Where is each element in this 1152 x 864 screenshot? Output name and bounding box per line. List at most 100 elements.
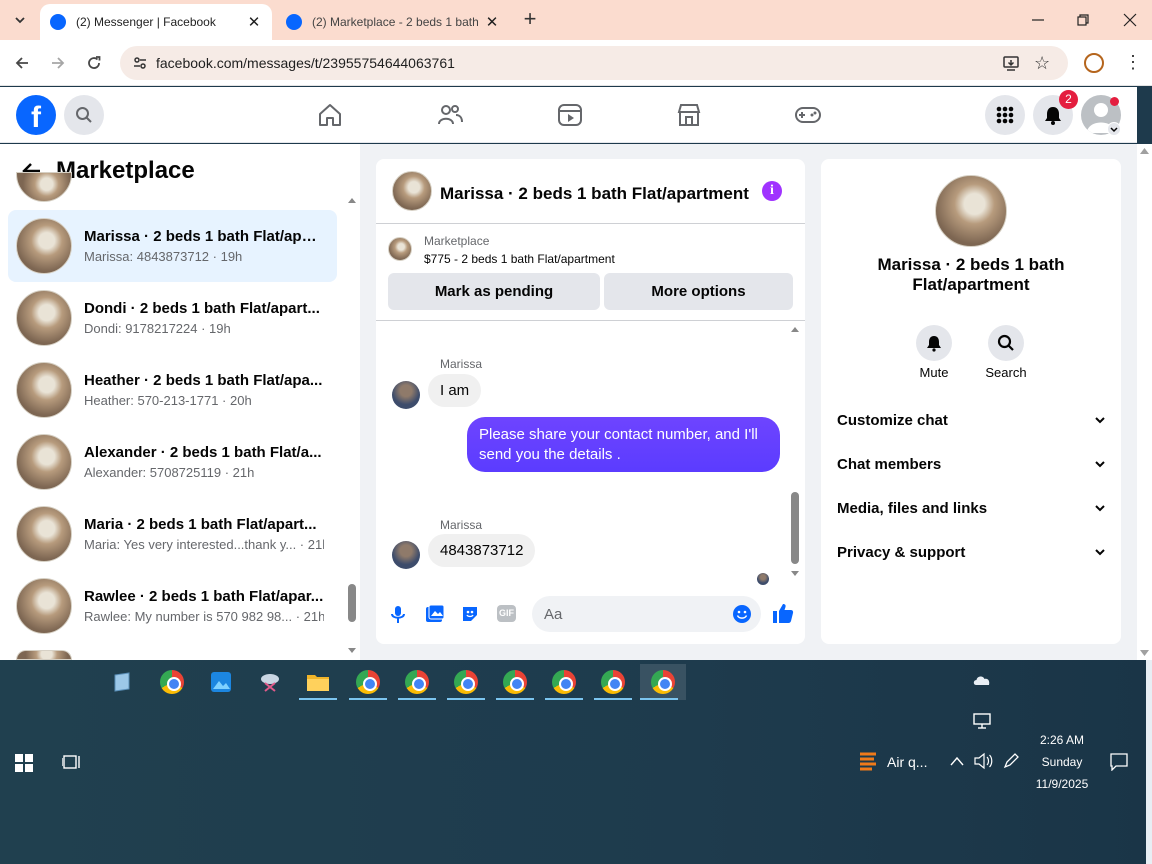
incoming-message[interactable]: I am [428, 374, 482, 407]
marketplace-icon[interactable] [675, 101, 703, 129]
profile-name: Marissa · 2 beds 1 bath Flat/apartment [877, 255, 1065, 294]
scroll-down-arrow-icon[interactable] [347, 647, 357, 655]
search-icon[interactable] [64, 95, 104, 135]
reload-icon[interactable] [81, 50, 107, 76]
back-icon[interactable] [9, 50, 35, 76]
photo-icon[interactable] [425, 604, 445, 624]
page-scrollbar[interactable] [1137, 144, 1152, 660]
incoming-message[interactable]: 4843873712 [428, 534, 536, 567]
sticker-icon[interactable] [460, 604, 480, 624]
gaming-icon[interactable] [794, 101, 822, 129]
scroll-up-arrow-icon[interactable] [790, 325, 800, 333]
conversation-row[interactable]: Dondi · 2 beds 1 bath Flat/apart... Dond… [8, 282, 337, 354]
menu-grid-icon[interactable] [985, 95, 1025, 135]
profile-icon[interactable] [1084, 53, 1104, 73]
microphone-icon[interactable] [389, 604, 407, 624]
taskbar-chrome-profile-icon[interactable] [398, 664, 436, 700]
taskbar-chrome-profile-icon[interactable] [349, 664, 387, 700]
like-thumbs-up-icon[interactable] [772, 602, 794, 624]
conversation-row[interactable]: Heather · 2 beds 1 bath Flat/apa... Heat… [8, 354, 337, 426]
video-icon[interactable] [556, 101, 584, 129]
clock-date[interactable]: 11/9/2025 [1028, 777, 1096, 791]
bell-icon [1045, 107, 1061, 125]
start-windows-icon[interactable] [15, 754, 33, 772]
taskbar-snipping-icon[interactable] [251, 664, 289, 700]
outgoing-message[interactable]: Please share your contact number, and I'… [467, 417, 780, 472]
info-icon[interactable]: i [762, 181, 782, 201]
close-tab-icon[interactable]: ✕ [246, 13, 262, 31]
notification-center-icon[interactable] [1110, 753, 1128, 771]
conversation-row[interactable]: Alexander · 2 beds 1 bath Flat/a... Alex… [8, 426, 337, 498]
taskbar-chrome-profile-icon[interactable] [447, 664, 485, 700]
scroll-down-arrow-icon[interactable] [790, 570, 800, 578]
sender-avatar[interactable] [392, 381, 420, 409]
conversation-preview: Marissa: 4843873712 · 19h [84, 249, 243, 264]
clock-day[interactable]: Sunday [1030, 755, 1094, 769]
conversation-row[interactable]: Rawlee · 2 beds 1 bath Flat/apar... Rawl… [8, 570, 337, 642]
forward-icon[interactable] [45, 50, 71, 76]
taskbar-chrome-profile-icon[interactable] [594, 664, 632, 700]
url-text: facebook.com/messages/t/2395575464406376… [156, 55, 455, 71]
mark-as-pending-button[interactable]: Mark as pending [388, 273, 600, 310]
message-input[interactable]: Aa [532, 596, 761, 632]
customize-chat-section[interactable]: Customize chat [837, 398, 1107, 442]
air-quality-icon[interactable] [857, 750, 879, 774]
address-bar[interactable]: facebook.com/messages/t/2395575464406376… [120, 46, 1068, 80]
site-info-icon[interactable] [132, 55, 148, 71]
conversation-preview: Heather: 570-213-1771 · 20h [84, 393, 252, 408]
chat-header-thumbnail[interactable] [392, 171, 432, 211]
air-quality-label[interactable]: Air q... [887, 754, 927, 770]
minimize-button[interactable] [1028, 10, 1048, 30]
more-options-button[interactable]: More options [604, 273, 793, 310]
taskbar-file-explorer-icon[interactable] [299, 664, 337, 700]
onedrive-icon[interactable] [972, 673, 992, 687]
bell-icon [927, 336, 941, 352]
facebook-logo-icon[interactable]: f [16, 95, 56, 135]
pen-icon[interactable] [1002, 752, 1020, 770]
listing-title[interactable]: $775 - 2 beds 1 bath Flat/apartment [424, 252, 615, 266]
install-app-icon[interactable] [1002, 54, 1020, 72]
account-chevron-icon[interactable] [1107, 122, 1121, 136]
tab-list-button[interactable] [8, 8, 32, 32]
scrollbar-thumb[interactable] [348, 584, 356, 622]
taskbar-chrome-icon[interactable] [153, 664, 191, 700]
section-label: Media, files and links [837, 499, 988, 517]
task-view-icon[interactable] [62, 753, 82, 771]
chat-members-section[interactable]: Chat members [837, 442, 1107, 486]
tab-messenger[interactable]: (2) Messenger | Facebook ✕ [40, 4, 272, 40]
clock-time[interactable]: 2:26 AM [1030, 733, 1094, 747]
friends-icon[interactable] [436, 101, 464, 129]
emoji-icon[interactable] [732, 604, 752, 624]
taskbar-chrome-active-icon[interactable] [640, 664, 686, 700]
sender-avatar[interactable] [392, 541, 420, 569]
network-display-icon[interactable] [973, 713, 991, 729]
profile-thumbnail[interactable] [935, 175, 1007, 247]
taskbar-chrome-profile-icon[interactable] [496, 664, 534, 700]
chat-title[interactable]: Marissa · 2 beds 1 bath Flat/apartment [440, 184, 749, 204]
message-placeholder: Aa [544, 606, 563, 623]
restore-button[interactable] [1073, 10, 1093, 30]
taskbar-notepad-icon[interactable] [103, 664, 141, 700]
close-window-button[interactable] [1120, 10, 1140, 30]
bookmark-star-icon[interactable]: ☆ [1034, 53, 1050, 74]
volume-icon[interactable] [973, 752, 993, 770]
privacy-support-section[interactable]: Privacy & support [837, 530, 1107, 574]
browser-menu-icon[interactable]: ⋮ [1124, 52, 1142, 72]
search-in-chat-button[interactable] [988, 325, 1024, 361]
tab-marketplace[interactable]: (2) Marketplace - 2 beds 1 bath ✕ [276, 4, 510, 40]
new-tab-button[interactable]: + [518, 8, 542, 32]
home-icon[interactable] [316, 101, 344, 129]
scroll-up-arrow-icon[interactable] [347, 196, 357, 204]
taskbar-chrome-profile-icon[interactable] [545, 664, 583, 700]
scrollbar-thumb[interactable] [791, 492, 799, 564]
close-tab-icon[interactable]: ✕ [484, 13, 500, 31]
conversation-row[interactable]: Maria · 2 beds 1 bath Flat/apart... Mari… [8, 498, 337, 570]
show-hidden-icons-icon[interactable] [950, 755, 964, 767]
facebook-header: f 2 [0, 87, 1137, 143]
conversation-thumbnail [16, 650, 72, 660]
gif-icon[interactable]: GIF [497, 605, 516, 622]
taskbar-photos-icon[interactable] [202, 664, 240, 700]
mute-button[interactable] [916, 325, 952, 361]
conversation-row[interactable]: Marissa · 2 beds 1 bath Flat/apar... Mar… [8, 210, 337, 282]
media-files-links-section[interactable]: Media, files and links [837, 486, 1107, 530]
